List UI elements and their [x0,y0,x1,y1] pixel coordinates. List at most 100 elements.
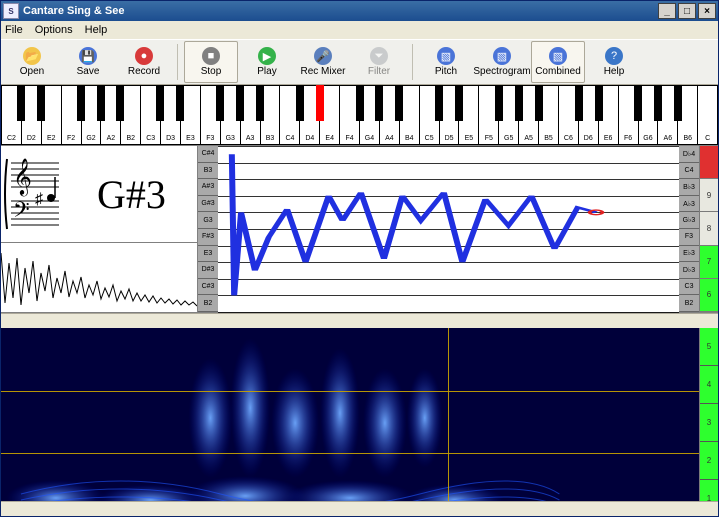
level-meter-upper: 9 8 7 6 [699,146,718,312]
pitch-axis-tick: D#3 [198,262,218,279]
key-label: D3 [166,135,175,142]
white-key[interactable]: C4 [280,85,300,145]
white-key[interactable]: D3 [161,85,181,145]
white-key[interactable]: E5 [459,85,479,145]
maximize-button[interactable]: □ [678,3,696,19]
white-key[interactable]: B5 [539,85,559,145]
white-key[interactable]: F6 [619,85,639,145]
toolbar-save-button[interactable]: 💾Save [61,41,115,83]
white-key[interactable]: C2 [1,85,22,145]
key-label: D6 [584,135,593,142]
white-key[interactable]: A4 [380,85,400,145]
white-key[interactable]: G5 [499,85,519,145]
toolbar-recmixer-label: Rec Mixer [300,66,345,77]
white-key[interactable]: D6 [579,85,599,145]
level-meter-lower: 5 4 3 2 1 [699,328,718,517]
toolbar-stop-button[interactable]: ■Stop [184,41,238,83]
white-key[interactable]: E3 [181,85,201,145]
pitch-axis-tick: A#3 [198,179,218,196]
white-key[interactable]: G6 [639,85,659,145]
toolbar-open-button[interactable]: 📂Open [5,41,59,83]
white-key[interactable]: A5 [519,85,539,145]
key-label: A2 [107,135,116,142]
white-key[interactable]: F5 [479,85,499,145]
key-label: B4 [405,135,414,142]
statusbar [1,501,718,516]
white-key[interactable]: B4 [400,85,420,145]
key-label: G5 [504,135,513,142]
white-key[interactable]: F3 [201,85,221,145]
white-key[interactable]: B3 [261,85,281,145]
key-label: A6 [664,135,673,142]
menu-help[interactable]: Help [85,24,108,36]
white-key[interactable]: C6 [559,85,579,145]
minimize-button[interactable]: _ [658,3,676,19]
pitch-axis-tick: E3 [198,246,218,263]
toolbar-recmixer-button[interactable]: 🎤Rec Mixer [296,41,350,83]
white-key[interactable]: D2 [22,85,42,145]
menu-options[interactable]: Options [35,24,73,36]
white-key[interactable]: F2 [62,85,82,145]
current-note-display: G#3 [97,171,166,218]
toolbar-spectrogram-label: Spectrogram [473,66,530,77]
pitch-scrollbar[interactable] [1,313,718,328]
white-key[interactable]: B2 [121,85,141,145]
white-key[interactable]: G3 [221,85,241,145]
white-key[interactable]: E6 [599,85,619,145]
pitch-axis-tick: B♭3 [679,179,699,196]
white-key[interactable]: G2 [82,85,102,145]
record-icon: ● [135,47,153,65]
white-key[interactable]: E2 [42,85,62,145]
pitch-axis-right: D♭4C4B♭3A♭3G♭3F3E♭3D♭3C3B2 [679,146,699,312]
white-key[interactable]: C [698,85,718,145]
spectrogram-plot[interactable] [1,328,699,517]
white-key[interactable]: C3 [141,85,161,145]
spectrogram-icon: ▧ [493,47,511,65]
toolbar-pitch-button[interactable]: ▧Pitch [419,41,473,83]
staff-note-panel: 𝄞 𝄢 ♯ G#3 [1,146,197,243]
toolbar-help-label: Help [604,66,625,77]
key-label: G6 [643,135,652,142]
white-key[interactable]: B6 [678,85,698,145]
combined-icon: ▧ [549,47,567,65]
white-key[interactable]: A3 [241,85,261,145]
meter-cell: 8 [700,212,718,245]
toolbar-open-label: Open [20,66,44,77]
key-label: E2 [47,135,56,142]
white-key[interactable]: A2 [101,85,121,145]
white-key[interactable]: F4 [340,85,360,145]
white-key[interactable]: D4 [300,85,320,145]
key-label: A4 [385,135,394,142]
white-key[interactable]: G4 [360,85,380,145]
menubar: File Options Help [1,21,718,39]
toolbar-pitch-label: Pitch [435,66,457,77]
white-key[interactable]: D5 [440,85,460,145]
toolbar-help-button[interactable]: ?Help [587,41,641,83]
toolbar-record-button[interactable]: ●Record [117,41,171,83]
key-label: B2 [127,135,136,142]
white-key[interactable]: E4 [320,85,340,145]
help-icon: ? [605,47,623,65]
piano-keyboard[interactable]: C2D2 E2 F2G2 A2 B2 C3 D3 E3 F3G3 A3 B3 C4 D4E4F4G4 A4… [1,85,718,146]
toolbar-play-button[interactable]: ▶Play [240,41,294,83]
white-key[interactable]: A6 [658,85,678,145]
meter-cell: 3 [700,404,718,442]
open-icon: 📂 [23,47,41,65]
toolbar-spectrogram-button[interactable]: ▧Spectrogram [475,41,529,83]
toolbar-play-label: Play [257,66,276,77]
close-button[interactable]: × [698,3,716,19]
toolbar-save-label: Save [77,66,100,77]
meter-cell: 7 [700,246,718,279]
pitch-plot[interactable] [218,146,679,312]
key-label: A3 [246,135,255,142]
key-label: D5 [445,135,454,142]
key-label: E3 [186,135,195,142]
spectrogram-panel: 5 4 3 2 1 [1,328,718,517]
menu-file[interactable]: File [5,24,23,36]
key-label: F6 [624,135,632,142]
key-label: C4 [285,135,294,142]
white-key[interactable]: C5 [420,85,440,145]
pitch-axis-left: C#4B3A#3G#3G3F#3E3D#3C#3B2 [198,146,218,312]
toolbar-separator [412,44,413,80]
toolbar-combined-button[interactable]: ▧Combined [531,41,585,83]
